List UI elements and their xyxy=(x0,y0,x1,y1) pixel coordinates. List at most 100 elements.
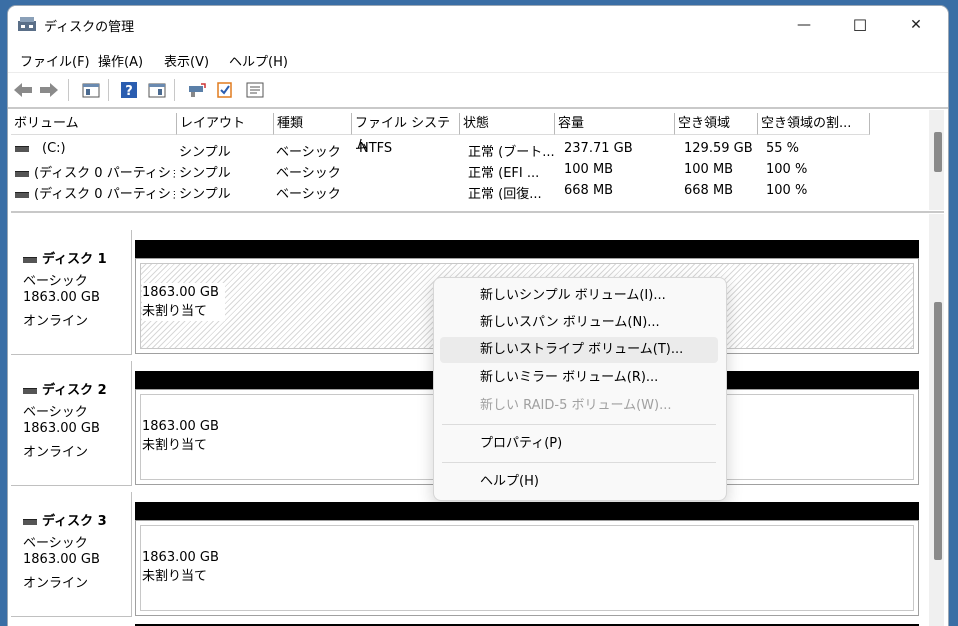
volume-row-layout: シンプル xyxy=(179,145,231,160)
menu-action[interactable]: 操作(A) xyxy=(98,51,143,70)
column-header-file-system[interactable]: ファイル システム xyxy=(352,113,460,153)
menu-item-new-simple-volume[interactable]: 新しいシンプル ボリューム(I)... xyxy=(440,283,718,309)
menu-help[interactable]: ヘルプ(H) xyxy=(229,51,288,70)
volume-list: ボリューム レイアウト 種類 ファイル システム 状態 容量 空き領域 空き領域… xyxy=(11,109,944,213)
minimize-button[interactable]: — xyxy=(776,6,832,44)
volume-icon xyxy=(15,145,29,152)
partition-size: 1863.00 GB xyxy=(142,419,219,434)
forward-arrow-icon xyxy=(40,83,58,97)
forward-button[interactable] xyxy=(38,80,60,100)
column-header-capacity[interactable]: 容量 xyxy=(555,113,675,135)
maximize-button[interactable]: ☐ xyxy=(832,6,888,44)
disk-view-scrollbar[interactable] xyxy=(929,214,944,626)
properties-button[interactable] xyxy=(244,80,266,100)
toolbar-separator xyxy=(108,79,109,101)
scrollbar-thumb[interactable] xyxy=(934,132,942,172)
menu-separator xyxy=(442,462,716,463)
disk-size: 1863.00 GB xyxy=(23,421,100,436)
partition-header-bar xyxy=(135,240,919,258)
volume-row-percent-free: 100 % xyxy=(766,183,808,198)
menu-item-new-mirrored-volume[interactable]: 新しいミラー ボリューム(R)... xyxy=(440,365,718,391)
disk-type: ベーシック xyxy=(23,274,88,289)
toolbar: ? xyxy=(8,73,948,109)
back-button[interactable] xyxy=(12,80,34,100)
disk-label-2[interactable]: ディスク 2 ベーシック 1863.00 GB オンライン xyxy=(11,361,132,486)
disk-status: オンライン xyxy=(23,576,89,591)
show-hide-console-tree-button[interactable] xyxy=(80,80,102,100)
volume-row-status: 正常 (EFI ... xyxy=(468,166,540,181)
disk-icon xyxy=(23,518,37,525)
disk-size: 1863.00 GB xyxy=(23,552,100,567)
svg-text:?: ? xyxy=(125,84,133,99)
partition-size: 1863.00 GB xyxy=(142,285,219,300)
partition-header-bar xyxy=(135,502,919,520)
volume-row-percent-free: 100 % xyxy=(766,162,808,177)
volume-row-type: ベーシック xyxy=(276,145,341,160)
properties-icon xyxy=(246,82,264,98)
window-title: ディスクの管理 xyxy=(44,20,135,35)
column-header-type[interactable]: 種類 xyxy=(274,113,352,135)
help-icon: ? xyxy=(121,82,137,99)
disk-label-3[interactable]: ディスク 3 ベーシック 1863.00 GB オンライン xyxy=(11,492,132,617)
context-menu: 新しいシンプル ボリューム(I)... 新しいスパン ボリューム(N)... 新… xyxy=(433,277,727,501)
menu-item-new-striped-volume[interactable]: 新しいストライプ ボリューム(T)... xyxy=(440,337,718,363)
column-header-percent-free[interactable]: 空き領域の割... xyxy=(758,113,870,135)
show-hide-action-pane-button[interactable] xyxy=(146,80,168,100)
menu-file[interactable]: ファイル(F) xyxy=(20,51,90,70)
disk-management-window: ディスクの管理 — ☐ ✕ ファイル(F) 操作(A) 表示(V) ヘルプ(H)… xyxy=(8,6,948,626)
menu-item-properties[interactable]: プロパティ(P) xyxy=(440,431,718,457)
unallocated-partition-3[interactable]: 1863.00 GB 未割り当て xyxy=(135,520,919,616)
disk-status: オンライン xyxy=(23,445,89,460)
disk-label-1[interactable]: ディスク 1 ベーシック 1863.00 GB オンライン xyxy=(11,230,132,355)
column-header-volume[interactable]: ボリューム xyxy=(11,113,177,135)
disk-type: ベーシック xyxy=(23,405,88,420)
disk-size: 1863.00 GB xyxy=(23,290,100,305)
volume-icon xyxy=(15,170,29,177)
disk-name: ディスク 3 xyxy=(42,514,107,529)
volume-row-status: 正常 (回復... xyxy=(468,187,542,202)
volume-row-type: ベーシック xyxy=(276,166,341,181)
volume-row-capacity: 237.71 GB xyxy=(564,141,633,156)
volume-row-capacity: 668 MB xyxy=(564,183,614,198)
column-header-free-space[interactable]: 空き領域 xyxy=(675,113,758,135)
partition-status: 未割り当て xyxy=(142,569,208,584)
volume-row-layout: シンプル xyxy=(179,187,231,202)
disk-icon xyxy=(23,256,37,263)
minimize-icon: — xyxy=(797,17,811,33)
menu-item-new-spanned-volume[interactable]: 新しいスパン ボリューム(N)... xyxy=(440,310,718,336)
help-button[interactable]: ? xyxy=(118,80,140,100)
disk-name: ディスク 1 xyxy=(42,252,107,267)
volume-row-name[interactable]: (ディスク 0 パーティショ... xyxy=(15,183,175,202)
column-header-layout[interactable]: レイアウト xyxy=(177,113,274,135)
disk-row-3: ディスク 3 ベーシック 1863.00 GB オンライン 1863.00 GB… xyxy=(11,492,923,618)
volume-row-name[interactable]: (ディスク 0 パーティショ... xyxy=(15,162,175,181)
volume-row-free-space: 129.59 GB xyxy=(684,141,753,156)
title-bar: ディスクの管理 — ☐ ✕ xyxy=(8,6,948,44)
disk-name: ディスク 2 xyxy=(42,383,107,398)
menu-item-new-raid5-volume: 新しい RAID-5 ボリューム(W)... xyxy=(480,398,672,413)
scrollbar-thumb[interactable] xyxy=(934,302,942,560)
disk-icon xyxy=(23,387,37,394)
action-pane-icon xyxy=(148,83,166,98)
volume-row-percent-free: 55 % xyxy=(766,141,800,156)
volume-row-free-space: 100 MB xyxy=(684,162,734,177)
column-header-status[interactable]: 状態 xyxy=(460,113,555,135)
connect-button[interactable] xyxy=(186,80,208,100)
menu-item-help[interactable]: ヘルプ(H) xyxy=(440,469,718,495)
volume-row-file-system: NTFS xyxy=(359,141,393,156)
disk-type: ベーシック xyxy=(23,536,88,551)
connect-icon xyxy=(189,83,206,97)
back-arrow-icon xyxy=(14,83,32,97)
volume-row-free-space: 668 MB xyxy=(684,183,734,198)
toolbar-separator xyxy=(174,79,175,101)
maximize-icon: ☐ xyxy=(852,15,868,35)
menu-view[interactable]: 表示(V) xyxy=(164,51,209,70)
volume-row-layout: シンプル xyxy=(179,166,231,181)
volume-row-name[interactable]: (C:) xyxy=(15,141,175,156)
checklist-icon xyxy=(217,82,232,98)
console-tree-icon xyxy=(82,83,100,98)
volume-list-scrollbar[interactable] xyxy=(929,110,944,210)
rescan-button[interactable] xyxy=(214,80,236,100)
toolbar-separator xyxy=(68,79,69,101)
close-button[interactable]: ✕ xyxy=(888,6,944,44)
